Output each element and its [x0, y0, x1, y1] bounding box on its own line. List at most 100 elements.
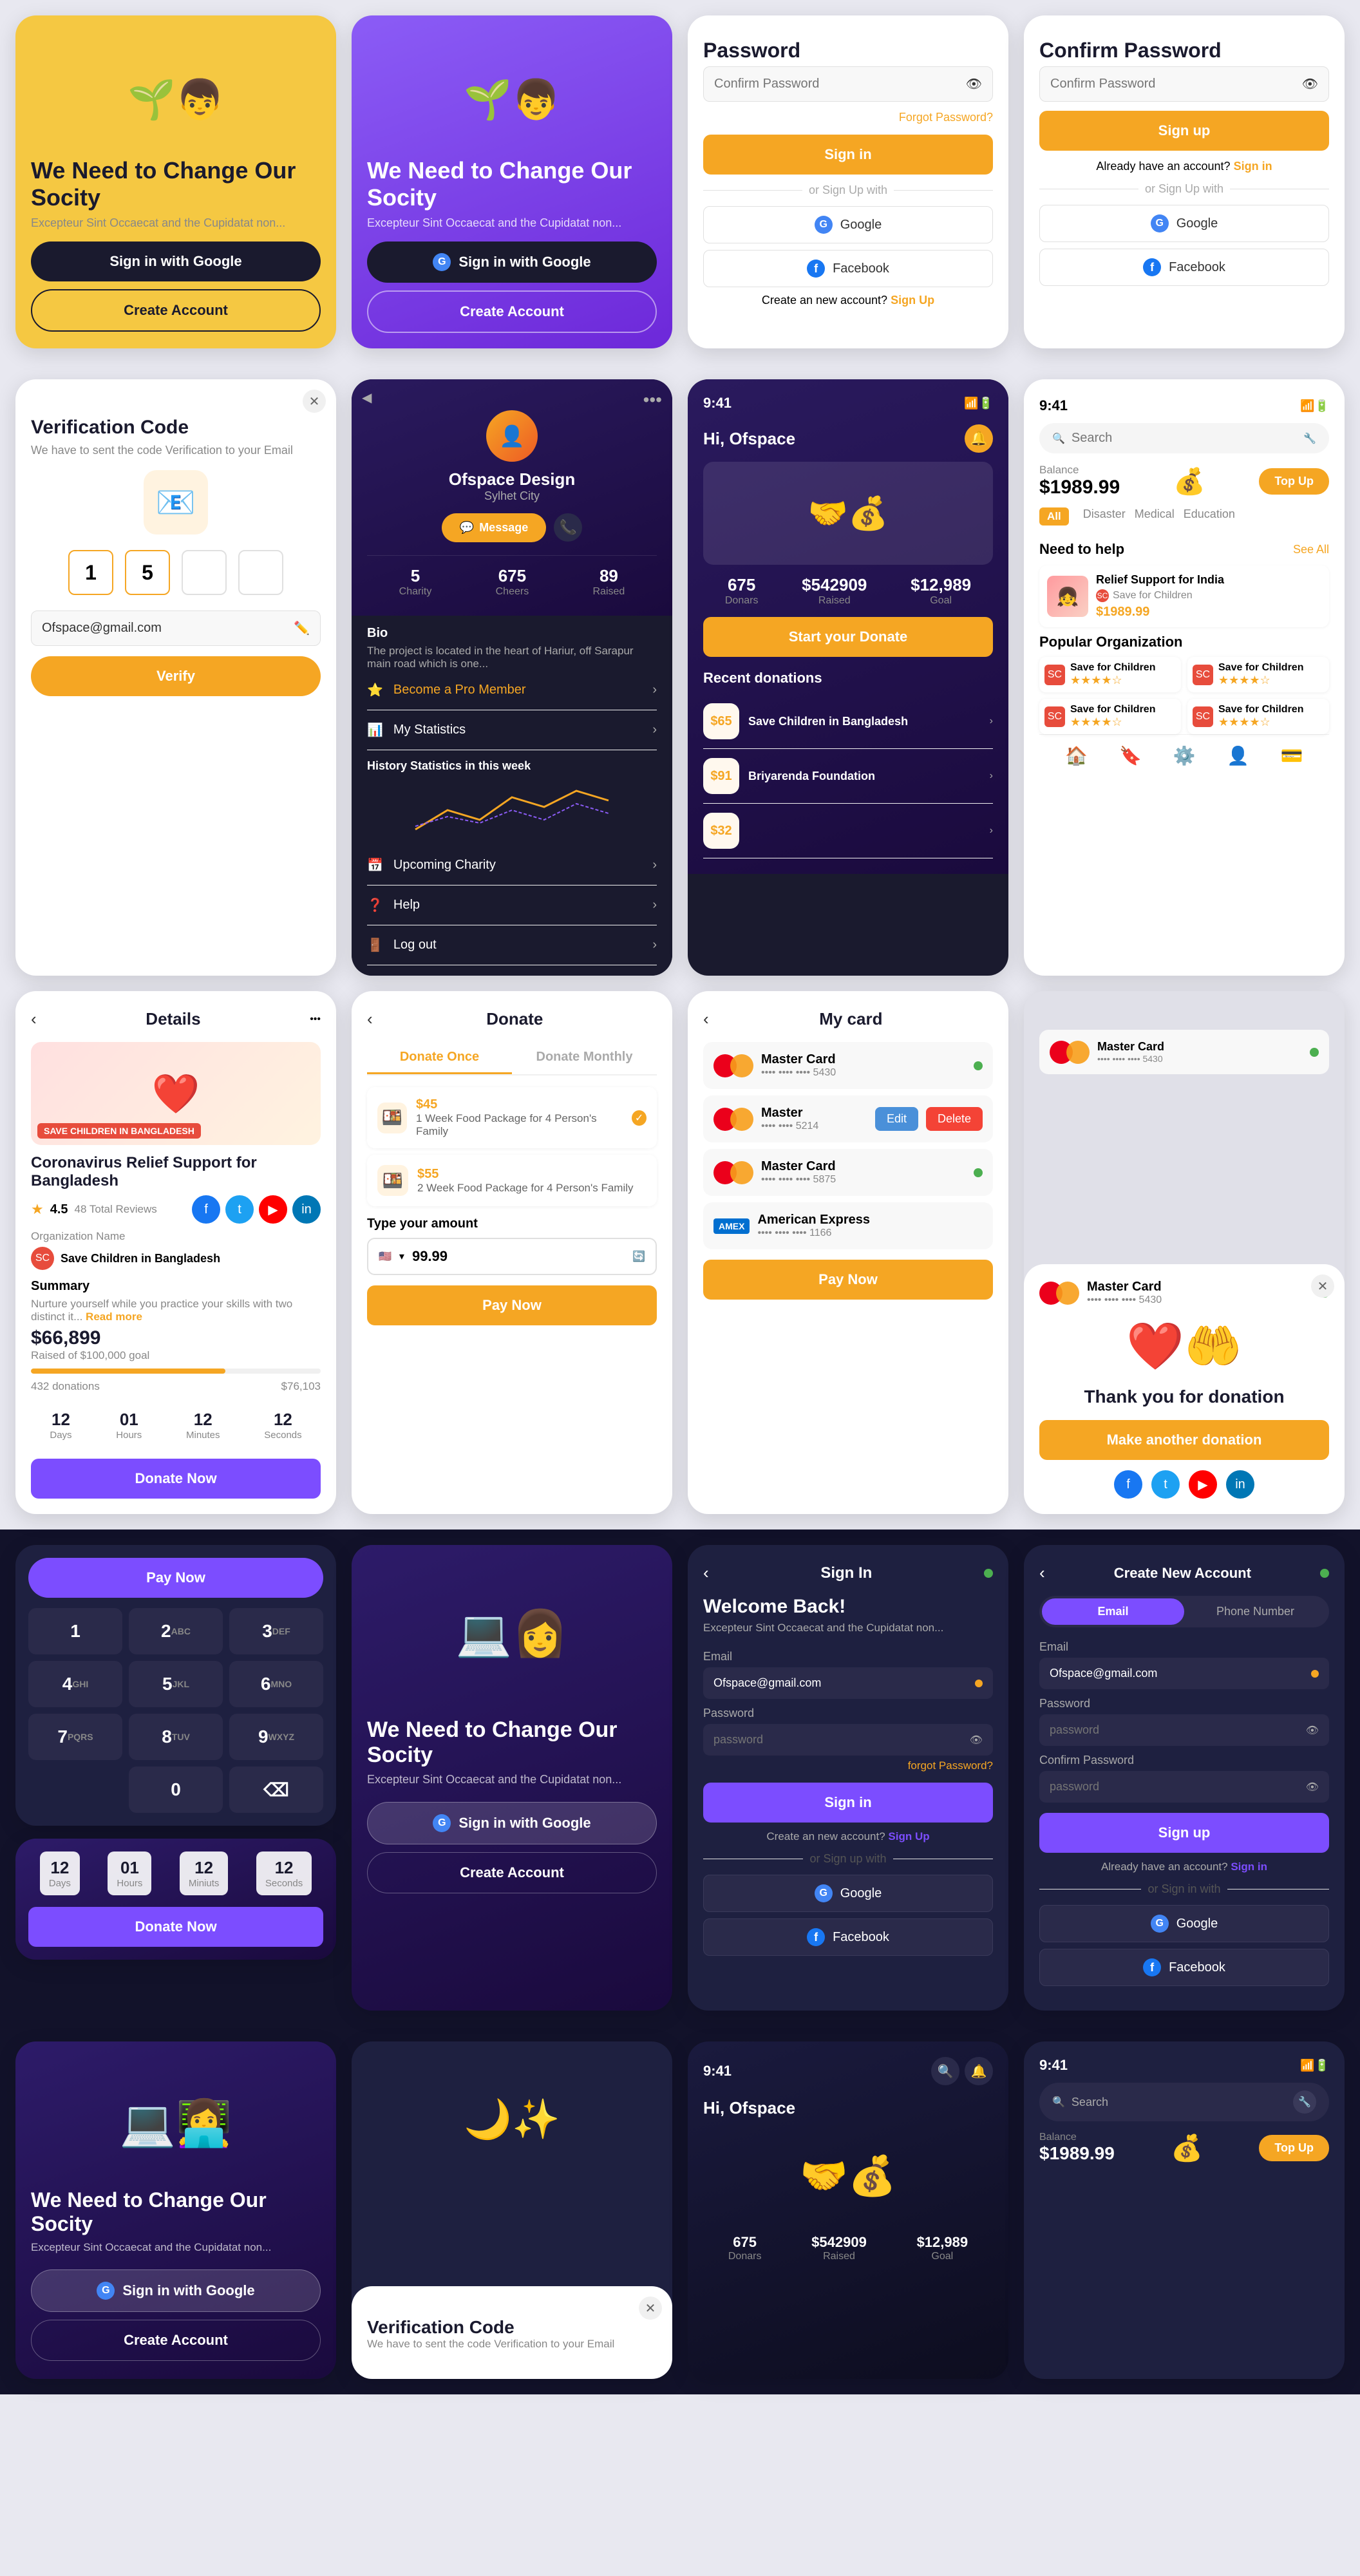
nav-bookmark[interactable]: 🔖 — [1119, 745, 1142, 766]
logout-item[interactable]: 🚪 Log out › — [367, 925, 657, 965]
create-account-button-2[interactable]: Create Account — [367, 290, 657, 333]
edit-card-button[interactable]: Edit — [875, 1107, 918, 1131]
pay-now-button-2[interactable]: Pay Now — [703, 1260, 993, 1300]
notification-icon[interactable]: 🔔 — [965, 424, 993, 453]
select-radio-1[interactable]: ✓ — [632, 1110, 647, 1126]
signin-button[interactable]: Sign in — [703, 135, 993, 175]
org-1[interactable]: SC Save for Children ★★★★☆ — [1039, 657, 1181, 692]
package-item-1[interactable]: 🍱 $45 1 Week Food Package for 4 Person's… — [367, 1087, 657, 1148]
forgot-password-link[interactable]: Forgot Password? — [703, 111, 993, 124]
amount-input[interactable] — [412, 1248, 625, 1265]
create-onboard-button[interactable]: Create Account — [31, 2320, 321, 2361]
google-onboard-button[interactable]: G Sign in with Google — [31, 2269, 321, 2312]
share-yt[interactable]: ▶ — [259, 1195, 287, 1224]
search-bar[interactable]: 🔍 🔧 — [1039, 423, 1329, 453]
google-social-btn[interactable]: G Google — [703, 206, 993, 243]
org-4[interactable]: SC Save for Children ★★★★☆ — [1187, 699, 1329, 734]
see-all-link[interactable]: See All — [1293, 543, 1329, 556]
nav-profile[interactable]: 👤 — [1227, 745, 1249, 766]
close-verify-button[interactable]: ✕ — [639, 2297, 662, 2320]
key-1[interactable]: 1 — [28, 1608, 122, 1654]
delete-card-button[interactable]: Delete — [926, 1107, 983, 1131]
edit-icon[interactable]: ✏️ — [294, 620, 310, 636]
key-backspace[interactable]: ⌫ — [229, 1766, 323, 1813]
facebook-social-btn-2[interactable]: f Facebook — [1039, 249, 1329, 286]
google-social-btn-2[interactable]: G Google — [1039, 205, 1329, 242]
package-item-2[interactable]: 🍱 $55 2 Week Food Package for 4 Person's… — [367, 1155, 657, 1206]
category-all[interactable]: All — [1039, 507, 1069, 526]
make-donation-button[interactable]: Make another donation — [1039, 1420, 1329, 1460]
close-button[interactable]: ✕ — [303, 390, 326, 413]
tab-phone-dark[interactable]: Phone Number — [1184, 1598, 1327, 1625]
search-input[interactable] — [1072, 431, 1297, 446]
tab-donate-once[interactable]: Donate Once — [367, 1042, 512, 1074]
donation-item-2[interactable]: $91 Briyarenda Foundation › — [703, 749, 993, 804]
facebook-dark-social[interactable]: f Facebook — [703, 1918, 993, 1956]
donate-now-dark-button[interactable]: Donate Now — [28, 1907, 323, 1947]
donation-item-3[interactable]: $32 › — [703, 804, 993, 858]
otp-digit-2[interactable]: 5 — [125, 550, 170, 595]
back-button-create-dark[interactable]: ‹ — [1039, 1563, 1045, 1583]
key-9[interactable]: 9WXYZ — [229, 1714, 323, 1760]
my-stats-item[interactable]: 📊 My Statistics › — [367, 710, 657, 750]
donation-item-1[interactable]: $65 Save Children in Bangladesh › — [703, 694, 993, 749]
org-2[interactable]: SC Save for Children ★★★★☆ — [1187, 657, 1329, 692]
signin-dark-link[interactable]: Sign in — [1231, 1861, 1267, 1873]
upcoming-charity-item[interactable]: 📅 Upcoming Charity › — [367, 846, 657, 886]
card-item-0[interactable]: Master Card •••• •••• •••• 5430 — [703, 1042, 993, 1089]
category-disaster[interactable]: Disaster — [1083, 507, 1126, 529]
topup-button[interactable]: Top Up — [1259, 468, 1329, 495]
password-field-dark[interactable]: 👁 — [703, 1724, 993, 1756]
confirm-password-input-2[interactable] — [1050, 77, 1302, 91]
otp-digit-3[interactable] — [182, 550, 227, 595]
message-button[interactable]: 💬 Message — [442, 513, 546, 542]
confirm-password-field[interactable]: 👁 — [703, 66, 993, 102]
password-input-create[interactable] — [1050, 1723, 1306, 1737]
create-account-button[interactable]: Create Account — [31, 289, 321, 332]
share-li-icon[interactable]: in — [1226, 1470, 1254, 1499]
close-modal-button[interactable]: ✕ — [1311, 1274, 1334, 1298]
facebook-social-btn[interactable]: f Facebook — [703, 250, 993, 287]
more-options-icon[interactable]: ••• — [310, 1014, 321, 1025]
pay-now-dark-button[interactable]: Pay Now — [28, 1558, 323, 1598]
share-yt-icon[interactable]: ▶ — [1189, 1470, 1217, 1499]
verify-button[interactable]: Verify — [31, 656, 321, 696]
filter-dark-icon[interactable]: 🔧 — [1293, 2090, 1316, 2114]
google-signin-button-2[interactable]: G Sign in with Google — [367, 242, 657, 283]
key-3[interactable]: 3DEF — [229, 1608, 323, 1654]
pro-member-item[interactable]: ⭐ Become a Pro Member › — [367, 670, 657, 710]
back-button[interactable]: ‹ — [31, 1009, 37, 1029]
amount-input-row[interactable]: 🇺🇸 ▾ 🔄 — [367, 1238, 657, 1275]
email-field-create[interactable]: Ofspace@gmail.com — [1039, 1658, 1329, 1689]
need-card-1[interactable]: 👧 Relief Support for India SC Save for C… — [1039, 565, 1329, 627]
otp-digit-1[interactable]: 1 — [68, 550, 113, 595]
facebook-create-social[interactable]: f Facebook — [1039, 1949, 1329, 1986]
google-signin-button[interactable]: Sign in with Google — [31, 242, 321, 281]
category-education[interactable]: Education — [1184, 507, 1235, 529]
bell-dark-icon[interactable]: 🔔 — [965, 2057, 993, 2085]
share-tw-icon[interactable]: t — [1151, 1470, 1180, 1499]
tab-donate-monthly[interactable]: Donate Monthly — [512, 1042, 657, 1074]
filter-icon[interactable]: 🔧 — [1303, 432, 1316, 445]
category-medical[interactable]: Medical — [1135, 507, 1175, 529]
search-dark-icon[interactable]: 🔍 — [931, 2057, 959, 2085]
search-dark-bar[interactable]: 🔍 Search 🔧 — [1039, 2083, 1329, 2121]
read-more-link[interactable]: Read more — [86, 1311, 142, 1323]
card-item-edit[interactable]: Master •••• •••• 5214 Edit Delete — [703, 1095, 993, 1142]
back-button-2[interactable]: ‹ — [367, 1009, 373, 1029]
signin-dark-button[interactable]: Sign in — [703, 1783, 993, 1823]
key-6[interactable]: 6MNO — [229, 1661, 323, 1707]
signup-dark-button[interactable]: Sign up — [1039, 1813, 1329, 1853]
google-dark-social[interactable]: G Google — [703, 1875, 993, 1912]
org-3[interactable]: SC Save for Children ★★★★☆ — [1039, 699, 1181, 734]
google-dark-button[interactable]: G Sign in with Google — [367, 1802, 657, 1844]
google-create-social[interactable]: G Google — [1039, 1905, 1329, 1942]
card-item-2[interactable]: AMEX American Express •••• •••• •••• 116… — [703, 1202, 993, 1249]
forgot-password-dark[interactable]: forgot Password? — [703, 1759, 993, 1772]
donate-now-button[interactable]: Donate Now — [31, 1459, 321, 1499]
tab-email-dark[interactable]: Email — [1042, 1598, 1184, 1625]
signup-button[interactable]: Sign up — [1039, 111, 1329, 151]
share-li[interactable]: in — [292, 1195, 321, 1224]
confirm-password-field-2[interactable]: 👁 — [1039, 66, 1329, 102]
create-dark-button[interactable]: Create Account — [367, 1852, 657, 1893]
